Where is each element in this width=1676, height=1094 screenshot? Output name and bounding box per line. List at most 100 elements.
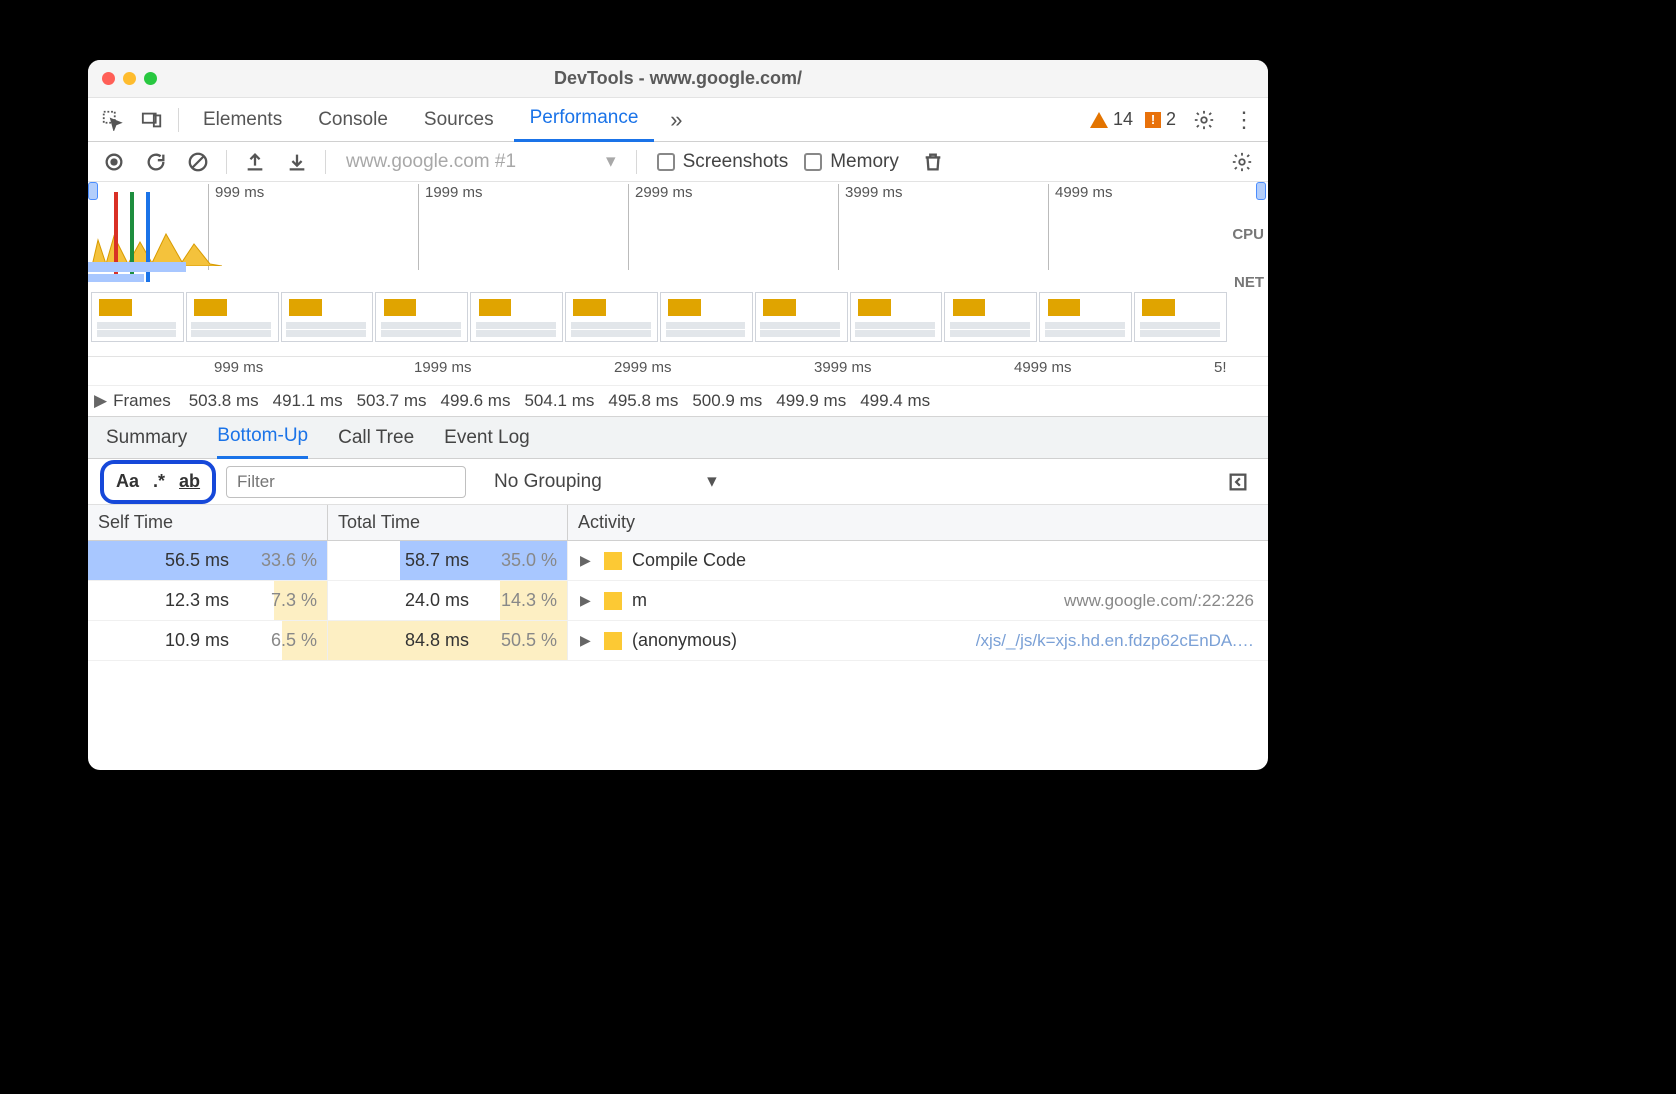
checkbox-icon (804, 153, 822, 171)
activity-source[interactable]: /xjs/_/js/k=xjs.hd.en.fdzp62cEnDA.… (976, 631, 1254, 651)
match-case-button[interactable]: Aa (116, 471, 139, 492)
script-icon (604, 632, 622, 650)
cell-activity: ▶ (anonymous) /xjs/_/js/k=xjs.hd.en.fdzp… (568, 621, 1268, 660)
tab-sources[interactable]: Sources (408, 98, 510, 142)
reload-icon[interactable] (138, 144, 174, 180)
tab-console[interactable]: Console (302, 98, 404, 142)
regex-button[interactable]: .* (153, 471, 165, 492)
tab-summary[interactable]: Summary (106, 417, 187, 459)
activity-name: Compile Code (632, 550, 746, 571)
trash-icon[interactable] (915, 144, 951, 180)
minimize-icon[interactable] (123, 72, 136, 85)
filter-input[interactable] (226, 466, 466, 498)
col-self-time[interactable]: Self Time (88, 505, 328, 540)
timeline-tick: 4999 ms (1008, 359, 1072, 379)
self-pct: 7.3 % (237, 590, 317, 611)
cell-self-time: 12.3 ms 7.3 % (88, 581, 328, 620)
capture-settings-icon[interactable] (1224, 144, 1260, 180)
timeline-ruler[interactable]: 999 ms 1999 ms 2999 ms 3999 ms 4999 ms 5… (88, 357, 1268, 385)
overview-tick: 2999 ms (628, 184, 693, 270)
timeline-tick: 3999 ms (808, 359, 872, 379)
maximize-icon[interactable] (144, 72, 157, 85)
separator (325, 150, 326, 174)
table-row[interactable]: 12.3 ms 7.3 % 24.0 ms 14.3 % ▶ m www.goo… (88, 581, 1268, 621)
table-header: Self Time Total Time Activity (88, 505, 1268, 541)
self-ms: 12.3 ms (129, 590, 229, 611)
filmstrip (90, 292, 1228, 342)
range-handle-left[interactable] (88, 182, 98, 200)
show-heaviest-stack-icon[interactable] (1220, 464, 1256, 500)
col-total-time[interactable]: Total Time (328, 505, 568, 540)
tab-bottom-up[interactable]: Bottom-Up (217, 417, 308, 459)
device-toolbar-icon[interactable] (134, 102, 170, 138)
expand-arrow-icon[interactable]: ▶ (580, 592, 594, 609)
errors-count[interactable]: ! 2 (1145, 109, 1176, 130)
recording-selector[interactable]: www.google.com #1 ▾ (336, 150, 626, 173)
screenshots-checkbox[interactable]: Screenshots (657, 151, 789, 173)
expand-arrow-icon[interactable]: ▶ (94, 391, 107, 411)
upload-icon[interactable] (237, 144, 273, 180)
self-ms: 56.5 ms (129, 550, 229, 571)
activity-source[interactable]: www.google.com/:22:226 (1064, 591, 1254, 611)
script-icon (604, 592, 622, 610)
expand-arrow-icon[interactable]: ▶ (580, 552, 594, 569)
filmstrip-thumb[interactable] (1134, 292, 1227, 342)
warnings-number: 14 (1113, 109, 1133, 130)
clear-icon[interactable] (180, 144, 216, 180)
titlebar: DevTools - www.google.com/ (88, 60, 1268, 98)
filmstrip-thumb[interactable] (375, 292, 468, 342)
tab-performance[interactable]: Performance (514, 98, 655, 142)
col-activity[interactable]: Activity (568, 505, 1268, 540)
total-pct: 35.0 % (477, 550, 557, 571)
filmstrip-thumb[interactable] (944, 292, 1037, 342)
filmstrip-thumb[interactable] (850, 292, 943, 342)
record-icon[interactable] (96, 144, 132, 180)
cell-total-time: 58.7 ms 35.0 % (328, 541, 568, 580)
total-ms: 24.0 ms (369, 590, 469, 611)
range-handle-right[interactable] (1256, 182, 1266, 200)
memory-label: Memory (830, 151, 899, 173)
tab-call-tree[interactable]: Call Tree (338, 417, 414, 459)
filmstrip-thumb[interactable] (1039, 292, 1132, 342)
inspect-element-icon[interactable] (94, 102, 130, 138)
table-body: 56.5 ms 33.6 % 58.7 ms 35.0 % ▶ Compile … (88, 541, 1268, 770)
frames-track[interactable]: ▶ Frames 503.8 ms 491.1 ms 503.7 ms 499.… (88, 385, 1268, 417)
net-bar (88, 274, 144, 282)
more-tabs-icon[interactable]: » (658, 102, 694, 138)
filmstrip-thumb[interactable] (565, 292, 658, 342)
warnings-count[interactable]: 14 (1090, 109, 1133, 130)
memory-checkbox[interactable]: Memory (804, 151, 899, 173)
filmstrip-thumb[interactable] (755, 292, 848, 342)
filmstrip-thumb[interactable] (91, 292, 184, 342)
script-icon (604, 552, 622, 570)
table-row[interactable]: 10.9 ms 6.5 % 84.8 ms 50.5 % ▶ (anonymou… (88, 621, 1268, 661)
frame-time: 491.1 ms (273, 391, 343, 411)
cell-self-time: 56.5 ms 33.6 % (88, 541, 328, 580)
download-icon[interactable] (279, 144, 315, 180)
settings-icon[interactable] (1186, 102, 1222, 138)
expand-arrow-icon[interactable]: ▶ (580, 632, 594, 649)
table-row[interactable]: 56.5 ms 33.6 % 58.7 ms 35.0 % ▶ Compile … (88, 541, 1268, 581)
cell-activity: ▶ m www.google.com/:22:226 (568, 581, 1268, 620)
window-title: DevTools - www.google.com/ (88, 68, 1268, 89)
filmstrip-thumb[interactable] (186, 292, 279, 342)
timeline-tick: 1999 ms (408, 359, 472, 379)
overview-tick: 1999 ms (418, 184, 483, 270)
tab-elements[interactable]: Elements (187, 98, 298, 142)
filmstrip-thumb[interactable] (660, 292, 753, 342)
screenshots-label: Screenshots (683, 151, 789, 173)
cell-activity: ▶ Compile Code (568, 541, 1268, 580)
frame-time: 503.7 ms (357, 391, 427, 411)
overview-pane[interactable]: 999 ms 1999 ms 2999 ms 3999 ms 4999 ms C… (88, 182, 1268, 357)
tab-event-log[interactable]: Event Log (444, 417, 530, 459)
self-pct: 6.5 % (237, 630, 317, 651)
separator (178, 108, 179, 132)
close-icon[interactable] (102, 72, 115, 85)
warning-icon (1090, 112, 1108, 128)
kebab-menu-icon[interactable]: ⋮ (1226, 102, 1262, 138)
filmstrip-thumb[interactable] (470, 292, 563, 342)
frame-time: 499.4 ms (860, 391, 930, 411)
whole-word-button[interactable]: ab (179, 471, 200, 492)
grouping-select[interactable]: No Grouping ▾ (494, 470, 717, 493)
filmstrip-thumb[interactable] (281, 292, 374, 342)
